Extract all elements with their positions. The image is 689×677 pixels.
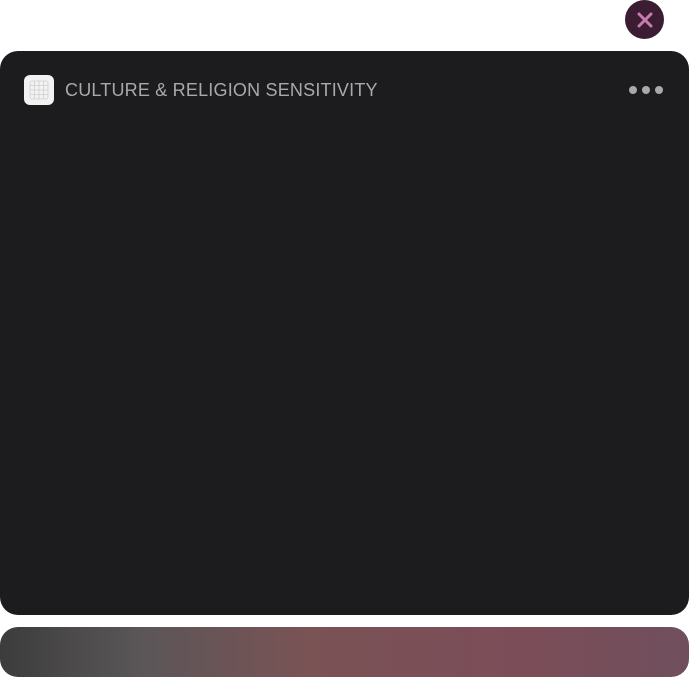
widget-title: CULTURE & RELIGION SENSITIVITY <box>65 79 378 100</box>
more-options-button[interactable] <box>627 80 665 100</box>
more-horizontal-icon <box>629 86 663 94</box>
widget-card: CULTURE & RELIGION SENSITIVITY <box>0 51 689 615</box>
close-button[interactable] <box>625 0 664 39</box>
close-icon <box>636 11 654 29</box>
app-grid-icon <box>24 75 54 105</box>
widget-header: CULTURE & RELIGION SENSITIVITY <box>24 75 665 105</box>
bottom-action-bar[interactable] <box>0 627 689 677</box>
